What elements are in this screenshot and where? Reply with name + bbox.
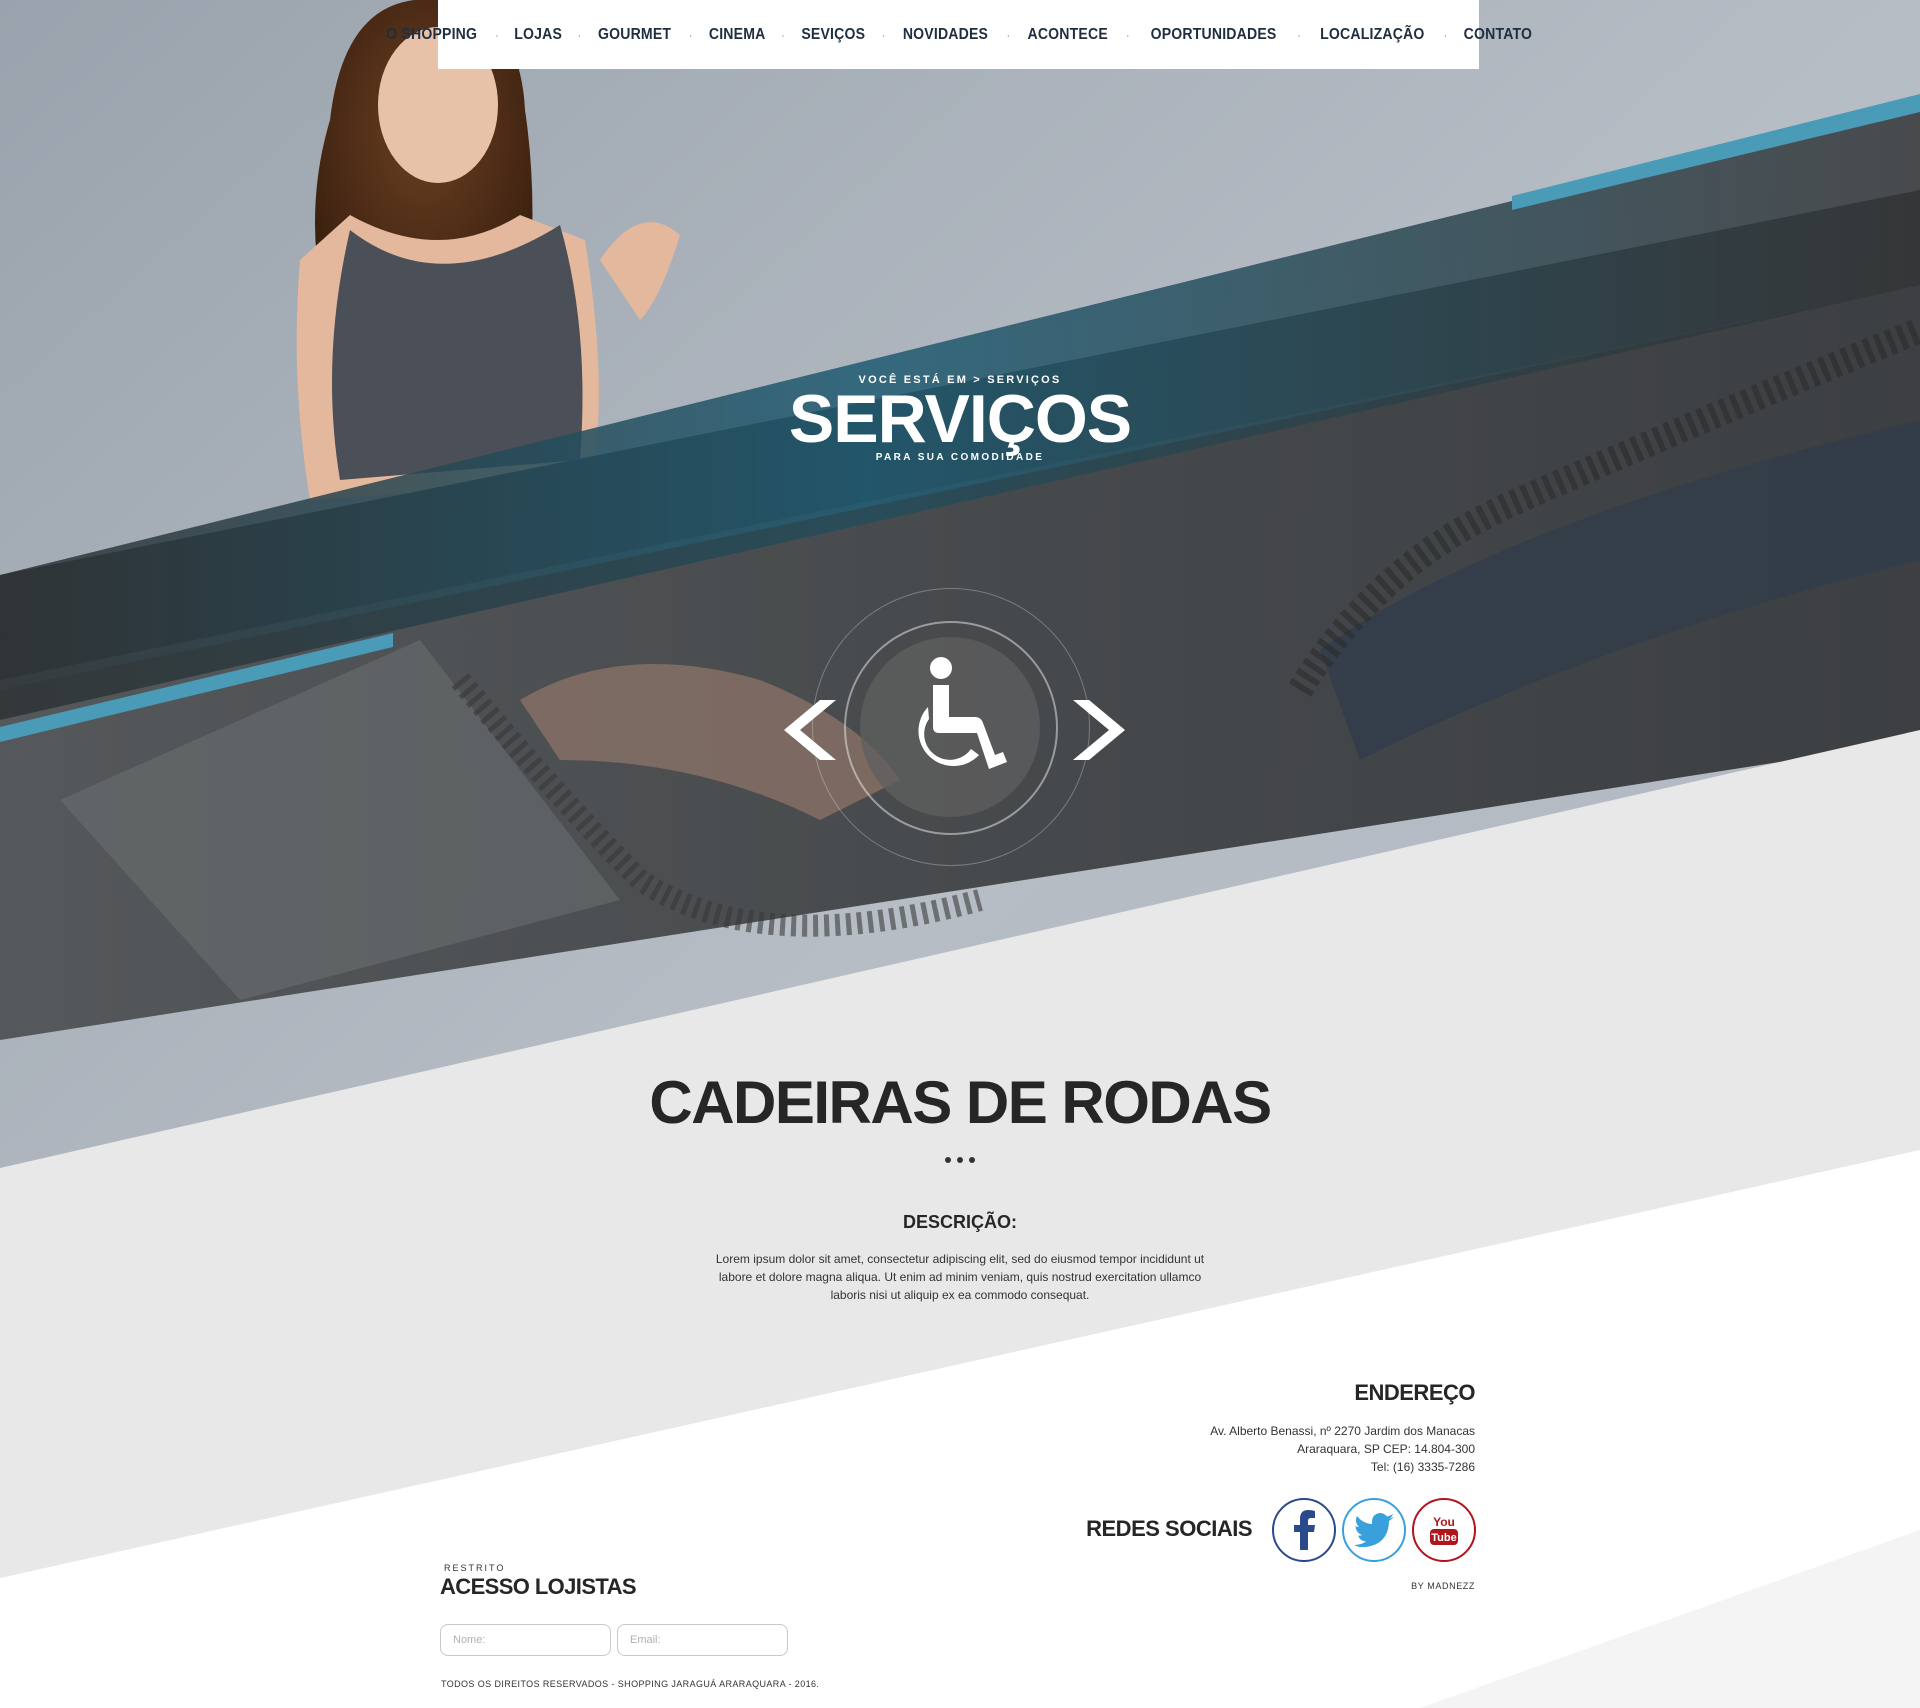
name-field[interactable] — [440, 1624, 611, 1656]
nav-separator: · — [1125, 27, 1130, 42]
address-line-street: Av. Alberto Benassi, nº 2270 Jardim dos … — [1210, 1424, 1475, 1438]
nav-item-oportunidades[interactable]: OPORTUNIDADES — [1150, 26, 1276, 44]
twitter-button[interactable] — [1342, 1498, 1406, 1562]
nav-separator: · — [577, 27, 582, 42]
nav-item-gourmet[interactable]: GOURMET — [598, 26, 671, 44]
description-text: Lorem ipsum dolor sit amet, consectetur … — [715, 1252, 1205, 1302]
nav-separator: · — [1296, 27, 1301, 42]
nav-item-novidades[interactable]: NOVIDADES — [903, 26, 988, 44]
nav-item-acontece[interactable]: ACONTECE — [1028, 26, 1108, 44]
facebook-button[interactable] — [1272, 1498, 1336, 1562]
login-kicker: RESTRITO — [444, 1563, 506, 1573]
nav-item-servicos[interactable]: SEVIÇOS — [801, 26, 865, 44]
twitter-icon — [1354, 1513, 1394, 1547]
main-nav: O SHOPPING · LOJAS · GOURMET · CINEMA · … — [386, 0, 1532, 69]
address-line-phone: Tel: (16) 3335-7286 — [1370, 1460, 1475, 1474]
slider-next-arrow[interactable] — [1073, 700, 1129, 760]
social-title: REDES SOCIAIS — [1086, 1516, 1252, 1541]
title-divider-dots — [945, 1157, 975, 1165]
service-title: CADEIRAS DE RODAS — [649, 1069, 1272, 1136]
login-title: ACESSO LOJISTAS — [440, 1574, 637, 1599]
nav-separator: · — [780, 27, 785, 42]
page-subtitle: PARA SUA COMODIDADE — [875, 452, 1045, 463]
nav-separator: · — [1443, 27, 1448, 42]
youtube-tube-text: Tube — [1431, 1532, 1456, 1544]
email-field[interactable] — [617, 1624, 788, 1656]
nav-item-cinema[interactable]: CINEMA — [708, 26, 765, 44]
youtube-icon: You Tube — [1430, 1515, 1458, 1545]
youtube-button[interactable]: You Tube — [1412, 1498, 1476, 1562]
nav-item-lojas[interactable]: LOJAS — [514, 26, 562, 44]
nav-item-localizacao[interactable]: LOCALIZAÇÃO — [1320, 26, 1424, 44]
page-title: SERVIÇOS — [788, 381, 1132, 457]
nav-separator: · — [688, 27, 693, 42]
address-title: ENDEREÇO — [1354, 1380, 1475, 1405]
youtube-you-text: You — [1433, 1515, 1455, 1529]
copyright: TODOS OS DIREITOS RESERVADOS - SHOPPING … — [441, 1679, 820, 1689]
nav-item-contato[interactable]: CONTATO — [1464, 26, 1533, 44]
nav-item-o-shopping[interactable]: O SHOPPING — [386, 26, 477, 44]
address-line-city: Araraquara, SP CEP: 14.804-300 — [1297, 1442, 1475, 1456]
description-label: DESCRIÇÃO: — [902, 1212, 1017, 1232]
agency-credit[interactable]: BY MADNEZZ — [1380, 1581, 1475, 1591]
facebook-icon — [1294, 1510, 1315, 1550]
nav-separator: · — [1006, 27, 1011, 42]
wheelchair-icon — [918, 657, 1007, 769]
nav-separator: · — [495, 27, 500, 42]
nav-separator: · — [881, 27, 886, 42]
slider-prev-arrow[interactable] — [780, 700, 836, 760]
